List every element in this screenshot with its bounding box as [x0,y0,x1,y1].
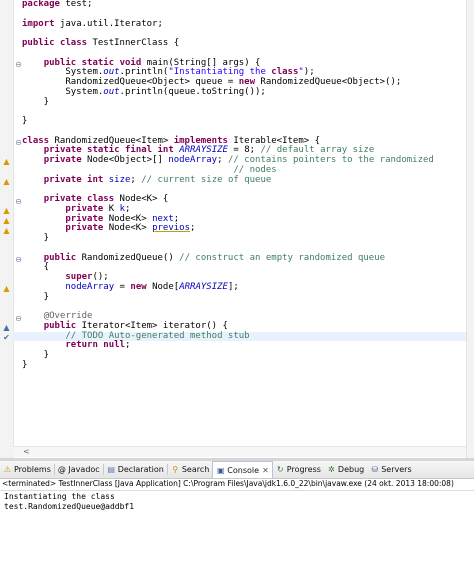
tab-javadoc[interactable]: @ Javadoc [55,461,103,478]
code-line: } [22,359,28,370]
bottom-panel-tabs: ⚠ Problems @ Javadoc ▤ Declaration ⚲ Search… [0,461,474,479]
code-line: nodeArray = new Node[ARRAYSIZE]; [65,281,239,292]
warning-icon[interactable]: ▲ [2,226,11,235]
warning-icon[interactable]: ▲ [2,216,11,225]
console-output: Instantiating the class test.RandomizedQ… [4,492,135,511]
code-editor[interactable]: ⊖ ⊖ ⊖ ⊖ ⊖ ▲ ▲ ▲ ▲ ▲ ▲ ▲ ✔ package test; i… [0,0,474,458]
code-line: } [22,96,50,107]
vertical-scrollbar[interactable] [466,0,474,458]
search-icon: ⚲ [172,465,179,474]
tab-servers[interactable]: ⛁ Servers [367,461,414,478]
progress-icon: ↻ [276,465,284,474]
override-marker-icon[interactable]: ▲ [2,323,11,332]
code-line: } [22,350,50,360]
tab-declaration[interactable]: ▤ Declaration [104,461,167,478]
warning-icon[interactable]: ▲ [2,177,11,186]
servers-icon: ⛁ [371,465,379,474]
code-line: package test; [22,0,93,9]
console-status: <terminated> TestInnerClass [Java Applic… [2,479,454,488]
warning-icon[interactable]: ▲ [2,284,11,293]
tab-debug[interactable]: ✲ Debug [324,461,367,478]
debug-icon: ✲ [328,465,335,474]
code-line: } [22,116,28,126]
console-output-area[interactable]: Instantiating the class test.RandomizedQ… [0,490,474,567]
tab-console[interactable]: ▣ Console ✕ [212,461,273,478]
code-line: public RandomizedQueue() // construct an… [43,252,386,263]
tab-search[interactable]: ⚲ Search [168,461,212,478]
console-icon: ▣ [217,465,225,475]
horizontal-scrollbar[interactable]: < [13,446,467,457]
code-line: } [22,291,50,302]
tab-problems[interactable]: ⚠ Problems [0,461,54,478]
warning-icon[interactable]: ▲ [2,206,11,215]
close-icon[interactable]: ✕ [262,466,269,475]
code-line: return null; [65,340,131,351]
tab-progress[interactable]: ↻ Progress [273,461,324,478]
code-line: System.out.println(queue.toString()); [22,86,266,97]
code-line: public class TestInnerClass { [22,38,180,48]
code-line: import java.util.Iterator; [22,18,163,29]
scroll-left-icon[interactable]: < [23,447,30,457]
code-line: } [22,233,50,243]
code-line: private Node<K> previos; [65,223,196,234]
warning-icon[interactable]: ▲ [2,157,11,166]
problems-icon: ⚠ [3,465,12,474]
code-line: private int size; // current size of que… [43,174,272,185]
declaration-icon: ▤ [107,465,115,474]
task-marker-icon[interactable]: ✔ [2,333,11,342]
source-code[interactable]: package test; import java.util.Iterator; p… [12,0,474,371]
